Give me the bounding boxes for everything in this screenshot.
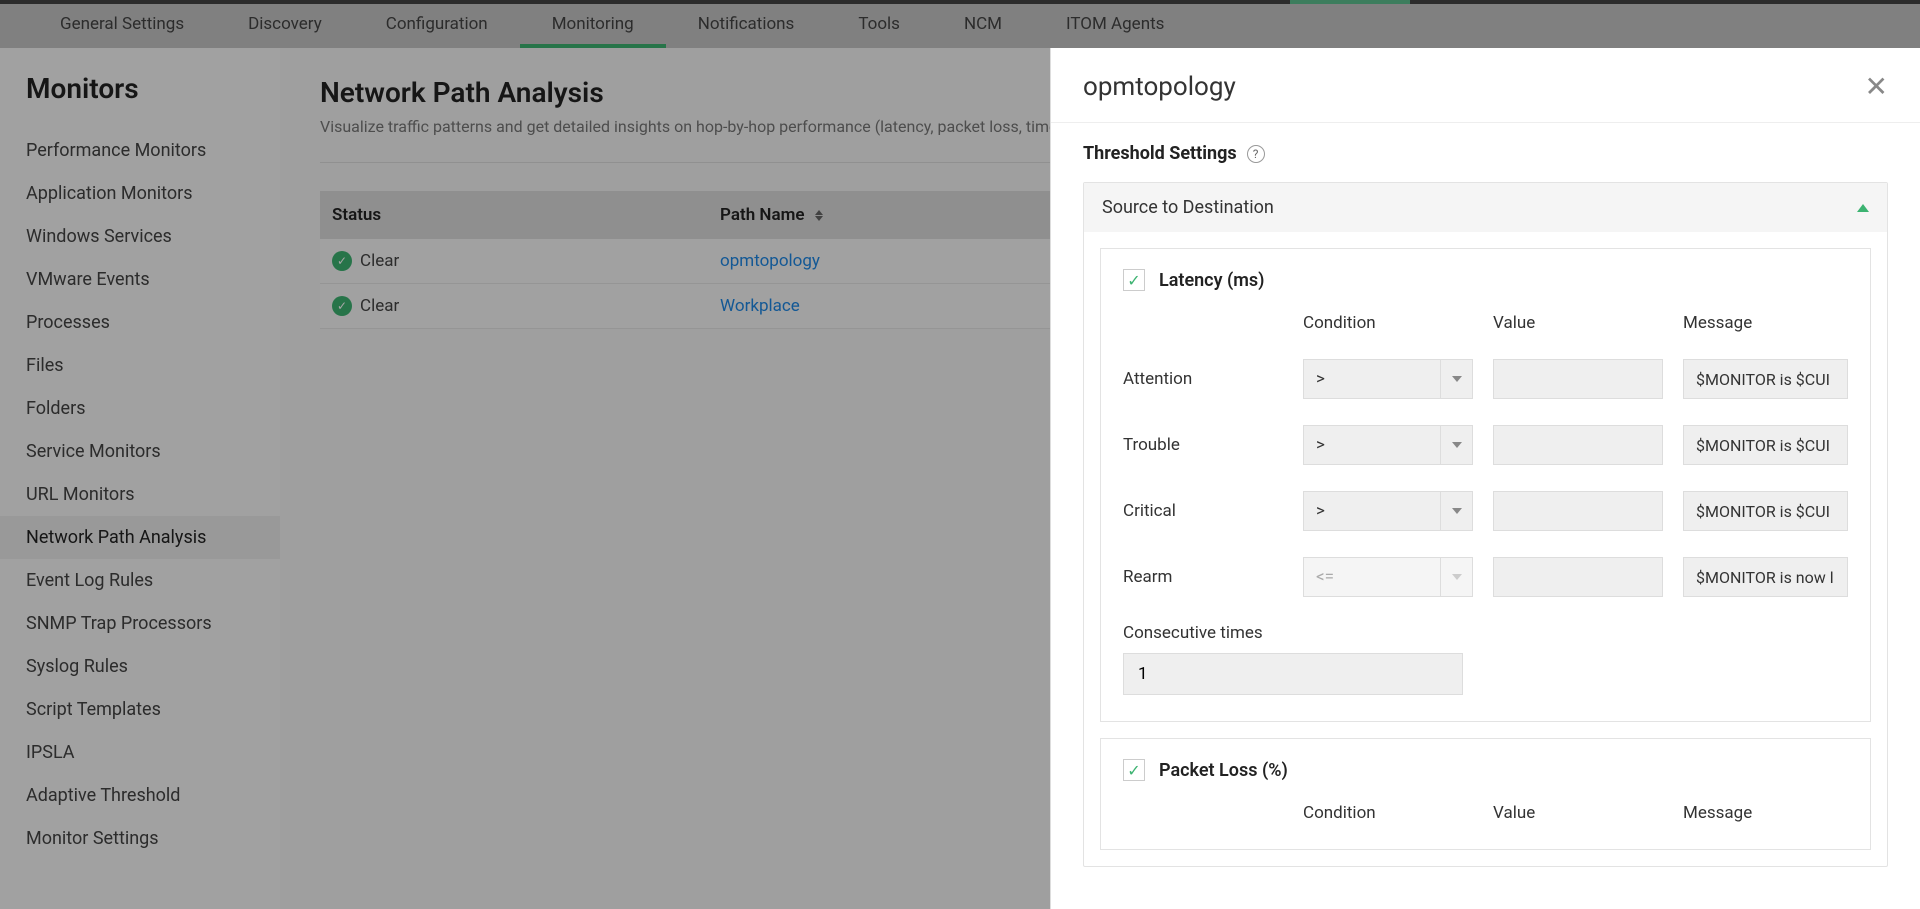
- close-icon[interactable]: ✕: [1865, 73, 1888, 101]
- attention-condition-value: >: [1303, 359, 1441, 399]
- header-value: Value: [1493, 803, 1663, 823]
- critical-condition-select[interactable]: >: [1303, 491, 1473, 531]
- threshold-grid-latency: Condition Value Message Attention > $MON…: [1123, 313, 1848, 597]
- row-trouble-label: Trouble: [1123, 435, 1283, 455]
- metric-packet-loss: ✓ Packet Loss (%) Condition Value Messag…: [1100, 738, 1871, 850]
- drawer-body: Threshold Settings ? Source to Destinati…: [1051, 122, 1920, 909]
- packet-loss-checkbox[interactable]: ✓: [1123, 759, 1145, 781]
- trouble-message-input[interactable]: $MONITOR is $CUI: [1683, 425, 1848, 465]
- attention-value-input[interactable]: [1493, 359, 1663, 399]
- section-title: Threshold Settings: [1083, 143, 1237, 164]
- consecutive-label: Consecutive times: [1123, 623, 1848, 643]
- rearm-condition-select: <=: [1303, 557, 1473, 597]
- trouble-value-input[interactable]: [1493, 425, 1663, 465]
- header-condition: Condition: [1303, 313, 1473, 333]
- latency-checkbox[interactable]: ✓: [1123, 269, 1145, 291]
- critical-condition-value: >: [1303, 491, 1441, 531]
- threshold-drawer: opmtopology ✕ Threshold Settings ? Sourc…: [1050, 48, 1920, 909]
- rearm-value-input[interactable]: [1493, 557, 1663, 597]
- chevron-down-icon: [1441, 557, 1473, 597]
- critical-value-input[interactable]: [1493, 491, 1663, 531]
- attention-message-input[interactable]: $MONITOR is $CUI: [1683, 359, 1848, 399]
- trouble-condition-value: >: [1303, 425, 1441, 465]
- accordion-source-to-destination: Source to Destination ✓ Latency (ms) Con…: [1083, 182, 1888, 867]
- help-icon[interactable]: ?: [1247, 145, 1265, 163]
- section-heading: Threshold Settings ?: [1083, 143, 1888, 164]
- metric-latency: ✓ Latency (ms) Condition Value Message A…: [1100, 248, 1871, 722]
- drawer-title: opmtopology: [1083, 72, 1236, 102]
- accordion-header[interactable]: Source to Destination: [1084, 183, 1887, 232]
- rearm-message-input[interactable]: $MONITOR is now l: [1683, 557, 1848, 597]
- rearm-condition-value: <=: [1303, 557, 1441, 597]
- trouble-condition-select[interactable]: >: [1303, 425, 1473, 465]
- header-message: Message: [1683, 803, 1848, 823]
- chevron-down-icon[interactable]: [1441, 359, 1473, 399]
- row-attention-label: Attention: [1123, 369, 1283, 389]
- packet-loss-title: Packet Loss (%): [1159, 760, 1288, 781]
- chevron-down-icon[interactable]: [1441, 491, 1473, 531]
- chevron-down-icon[interactable]: [1441, 425, 1473, 465]
- row-critical-label: Critical: [1123, 501, 1283, 521]
- threshold-grid-packet-loss: Condition Value Message: [1123, 803, 1848, 823]
- header-condition: Condition: [1303, 803, 1473, 823]
- attention-condition-select[interactable]: >: [1303, 359, 1473, 399]
- consecutive-input[interactable]: [1123, 653, 1463, 695]
- header-message: Message: [1683, 313, 1848, 333]
- accordion-title: Source to Destination: [1102, 197, 1274, 218]
- chevron-up-icon: [1857, 204, 1869, 212]
- latency-title: Latency (ms): [1159, 270, 1264, 291]
- header-value: Value: [1493, 313, 1663, 333]
- critical-message-input[interactable]: $MONITOR is $CUI: [1683, 491, 1848, 531]
- row-rearm-label: Rearm: [1123, 567, 1283, 587]
- drawer-header: opmtopology ✕: [1051, 48, 1920, 122]
